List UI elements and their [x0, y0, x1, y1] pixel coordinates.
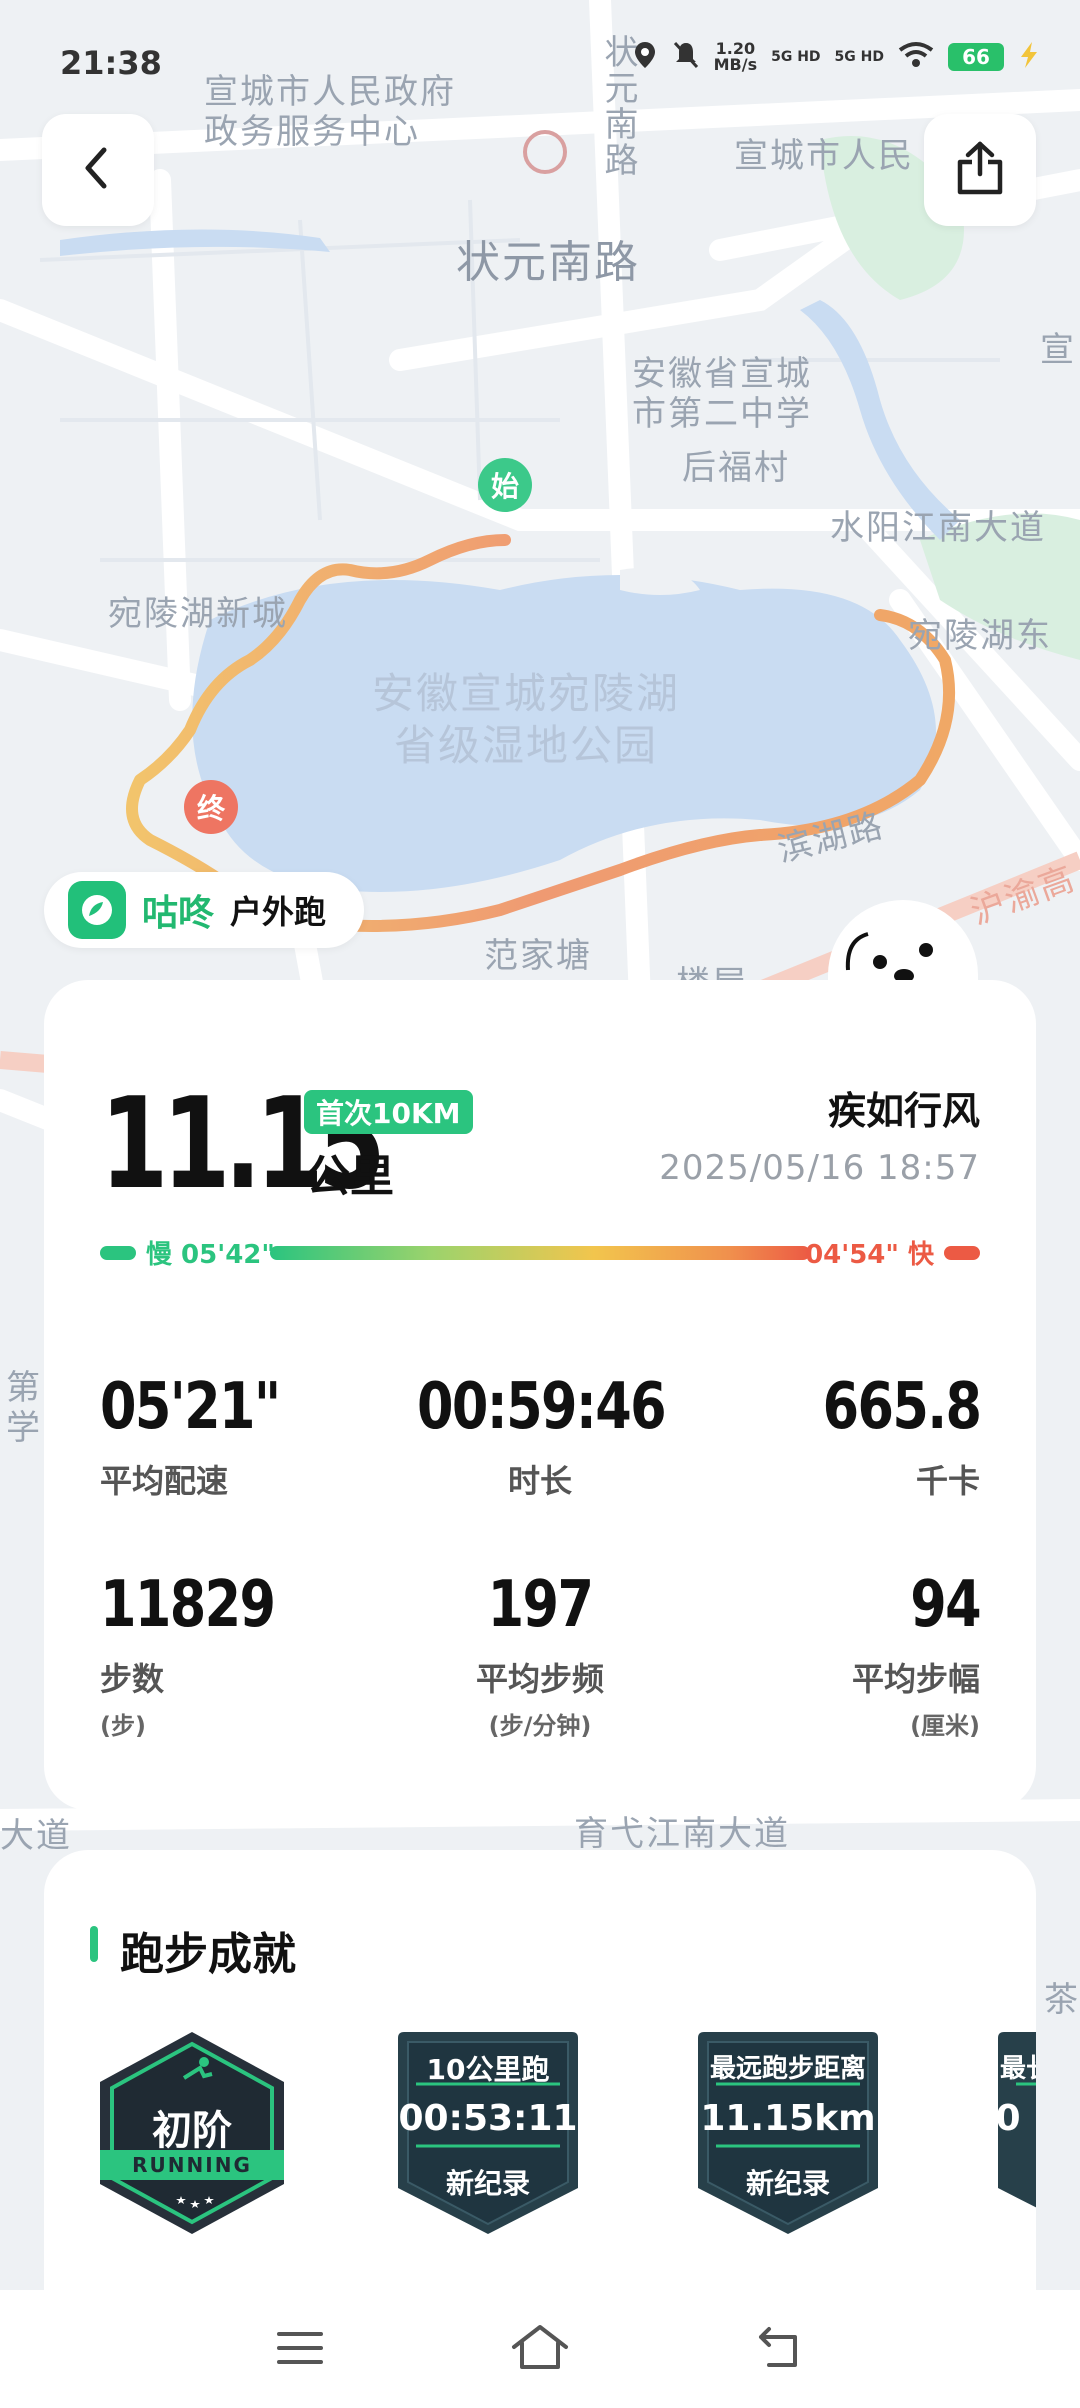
- pace-slow-indicator: [100, 1246, 136, 1260]
- stat-calories: 665.8 千卡: [788, 1370, 981, 1502]
- achievement-longest-distance[interactable]: 最远跑步距离 11.15km 新纪录: [688, 2028, 888, 2238]
- map-label: 安徽宣城宛陵湖 省级湿地公园: [372, 668, 680, 772]
- first-10km-badge: 首次10KM: [304, 1090, 473, 1134]
- pace-fast-indicator: [944, 1246, 980, 1260]
- medal-tag: RUNNING: [132, 2153, 252, 2177]
- stat-steps: 11829 步数 (步): [100, 1568, 313, 1741]
- system-nav-bar: [0, 2290, 1080, 2408]
- medal-title: 10公里跑: [426, 2053, 550, 2086]
- home-icon: [510, 2323, 570, 2377]
- battery-indicator: 66: [948, 43, 1004, 71]
- brand-name: 咕咚: [142, 893, 215, 934]
- codoon-logo-icon: [68, 881, 126, 939]
- stat-avg-pace: 05'21" 平均配速: [100, 1370, 319, 1502]
- chevron-left-icon: [78, 146, 118, 194]
- medal-value: 0: [995, 2098, 1021, 2139]
- stat-label: 平均步频: [475, 1660, 604, 1698]
- status-bar: 21:38 1.20 MB/s 5G HD 5G HD 66: [0, 0, 1080, 120]
- stat-value: 665.8: [822, 1370, 981, 1444]
- back-arrow-icon: [755, 2325, 805, 2375]
- menu-button[interactable]: [265, 2320, 335, 2380]
- achievement-10km[interactable]: 10公里跑 00:53:11 新纪录: [388, 2028, 588, 2238]
- end-marker[interactable]: 终: [184, 780, 238, 834]
- stat-duration: 00:59:46 时长: [390, 1370, 690, 1502]
- pace-slow-label: 慢 05'42": [146, 1240, 275, 1270]
- medal-footer: 新纪录: [745, 2167, 830, 2200]
- stat-unit: (厘米): [910, 1712, 980, 1740]
- brand-tag: 咕咚 户外跑: [44, 872, 364, 948]
- signal-label: 5G HD: [771, 49, 821, 65]
- run-datetime: 2025/05/16 18:57: [659, 1148, 980, 1188]
- medal-title: 最长: [999, 2054, 1036, 2084]
- medal-value: 11.15km: [700, 2098, 876, 2139]
- section-accent-bar: [90, 1926, 98, 1962]
- run-title: 疾如行风: [827, 1089, 980, 1133]
- pace-gradient: [270, 1246, 810, 1260]
- stat-label: 平均配速: [100, 1462, 229, 1500]
- map-label: 后福村: [682, 448, 790, 488]
- achievement-longest[interactable]: 最长 0: [988, 2028, 1036, 2238]
- location-icon: [632, 40, 658, 74]
- stat-cadence: 197 平均步频 (步/分钟): [390, 1568, 690, 1741]
- stat-unit: (步/分钟): [488, 1712, 592, 1740]
- brand-subtitle: 户外跑: [230, 893, 327, 931]
- stat-unit: (步): [100, 1712, 146, 1740]
- run-summary-card: 11.15 首次10KM 公里 疾如行风 2025/05/16 18:57 慢 …: [44, 980, 1036, 1810]
- map-label: 水阳江南大道: [830, 508, 1046, 548]
- map-label: 范家塘: [484, 936, 592, 976]
- map-label: 市第二中学: [632, 394, 812, 434]
- map-label: 茶: [1044, 1980, 1080, 2020]
- map-label: 状元南路: [456, 237, 640, 288]
- map-label: 育弋江南大道: [574, 1814, 790, 1854]
- stat-value: 94: [910, 1568, 981, 1642]
- map-label: 宣城市人民: [734, 136, 914, 176]
- map-label: 宣: [1040, 330, 1076, 370]
- stat-label: 步数: [100, 1660, 165, 1698]
- back-nav-button[interactable]: [745, 2320, 815, 2380]
- stat-label: 时长: [507, 1462, 572, 1500]
- status-icons: 1.20 MB/s 5G HD 5G HD 66: [632, 40, 1040, 74]
- pace-range-bar: 慢 05'42" 04'54" 快: [100, 1220, 980, 1280]
- signal-label: 5G HD: [834, 49, 884, 65]
- share-icon: [954, 140, 1006, 200]
- charging-icon: [1018, 41, 1040, 73]
- stat-label: 平均步幅: [851, 1660, 980, 1698]
- map-label: 大道: [0, 1816, 72, 1856]
- map-label: 省级湿地公园: [394, 721, 659, 770]
- achievements-section: 跑步成就 初阶 RUNNING 10公里跑 00:53:11 新纪录 最远跑步距…: [44, 1850, 1036, 2310]
- stat-value: 197: [487, 1568, 594, 1642]
- share-button[interactable]: [924, 114, 1036, 226]
- back-button[interactable]: [42, 114, 154, 226]
- medal-title: 最远跑步距离: [709, 2054, 866, 2084]
- status-time: 21:38: [60, 44, 162, 82]
- stat-value: 11829: [100, 1568, 276, 1642]
- menu-icon: [275, 2328, 325, 2372]
- stat-label: 千卡: [915, 1462, 980, 1500]
- stat-value: 00:59:46: [417, 1370, 667, 1444]
- achievement-running-level[interactable]: 初阶 RUNNING: [92, 2028, 292, 2238]
- map-label: 安徽宣城宛陵湖: [372, 669, 681, 718]
- net-speed: 1.20 MB/s: [713, 39, 758, 74]
- medal-value: 00:53:11: [398, 2098, 578, 2139]
- map-label: 宛陵湖新城: [108, 594, 288, 634]
- medal-level: 初阶: [152, 2108, 232, 2154]
- home-button[interactable]: [505, 2320, 575, 2380]
- start-marker[interactable]: 始: [478, 458, 532, 512]
- stat-stride: 94 平均步幅 (厘米): [851, 1568, 982, 1741]
- stat-value: 05'21": [100, 1370, 281, 1444]
- map-label: 学: [6, 1408, 42, 1448]
- pace-fast-label: 04'54" 快: [805, 1240, 934, 1270]
- medal-footer: 新纪录: [445, 2167, 530, 2200]
- wifi-icon: [898, 41, 934, 73]
- achievements-title: 跑步成就: [120, 1929, 296, 1980]
- map-label: 宛陵湖东: [908, 616, 1052, 656]
- mute-bell-icon: [672, 40, 700, 74]
- distance-unit: 公里: [306, 1151, 394, 1202]
- achievements-list[interactable]: 初阶 RUNNING 10公里跑 00:53:11 新纪录 最远跑步距离 11.…: [44, 2028, 1036, 2258]
